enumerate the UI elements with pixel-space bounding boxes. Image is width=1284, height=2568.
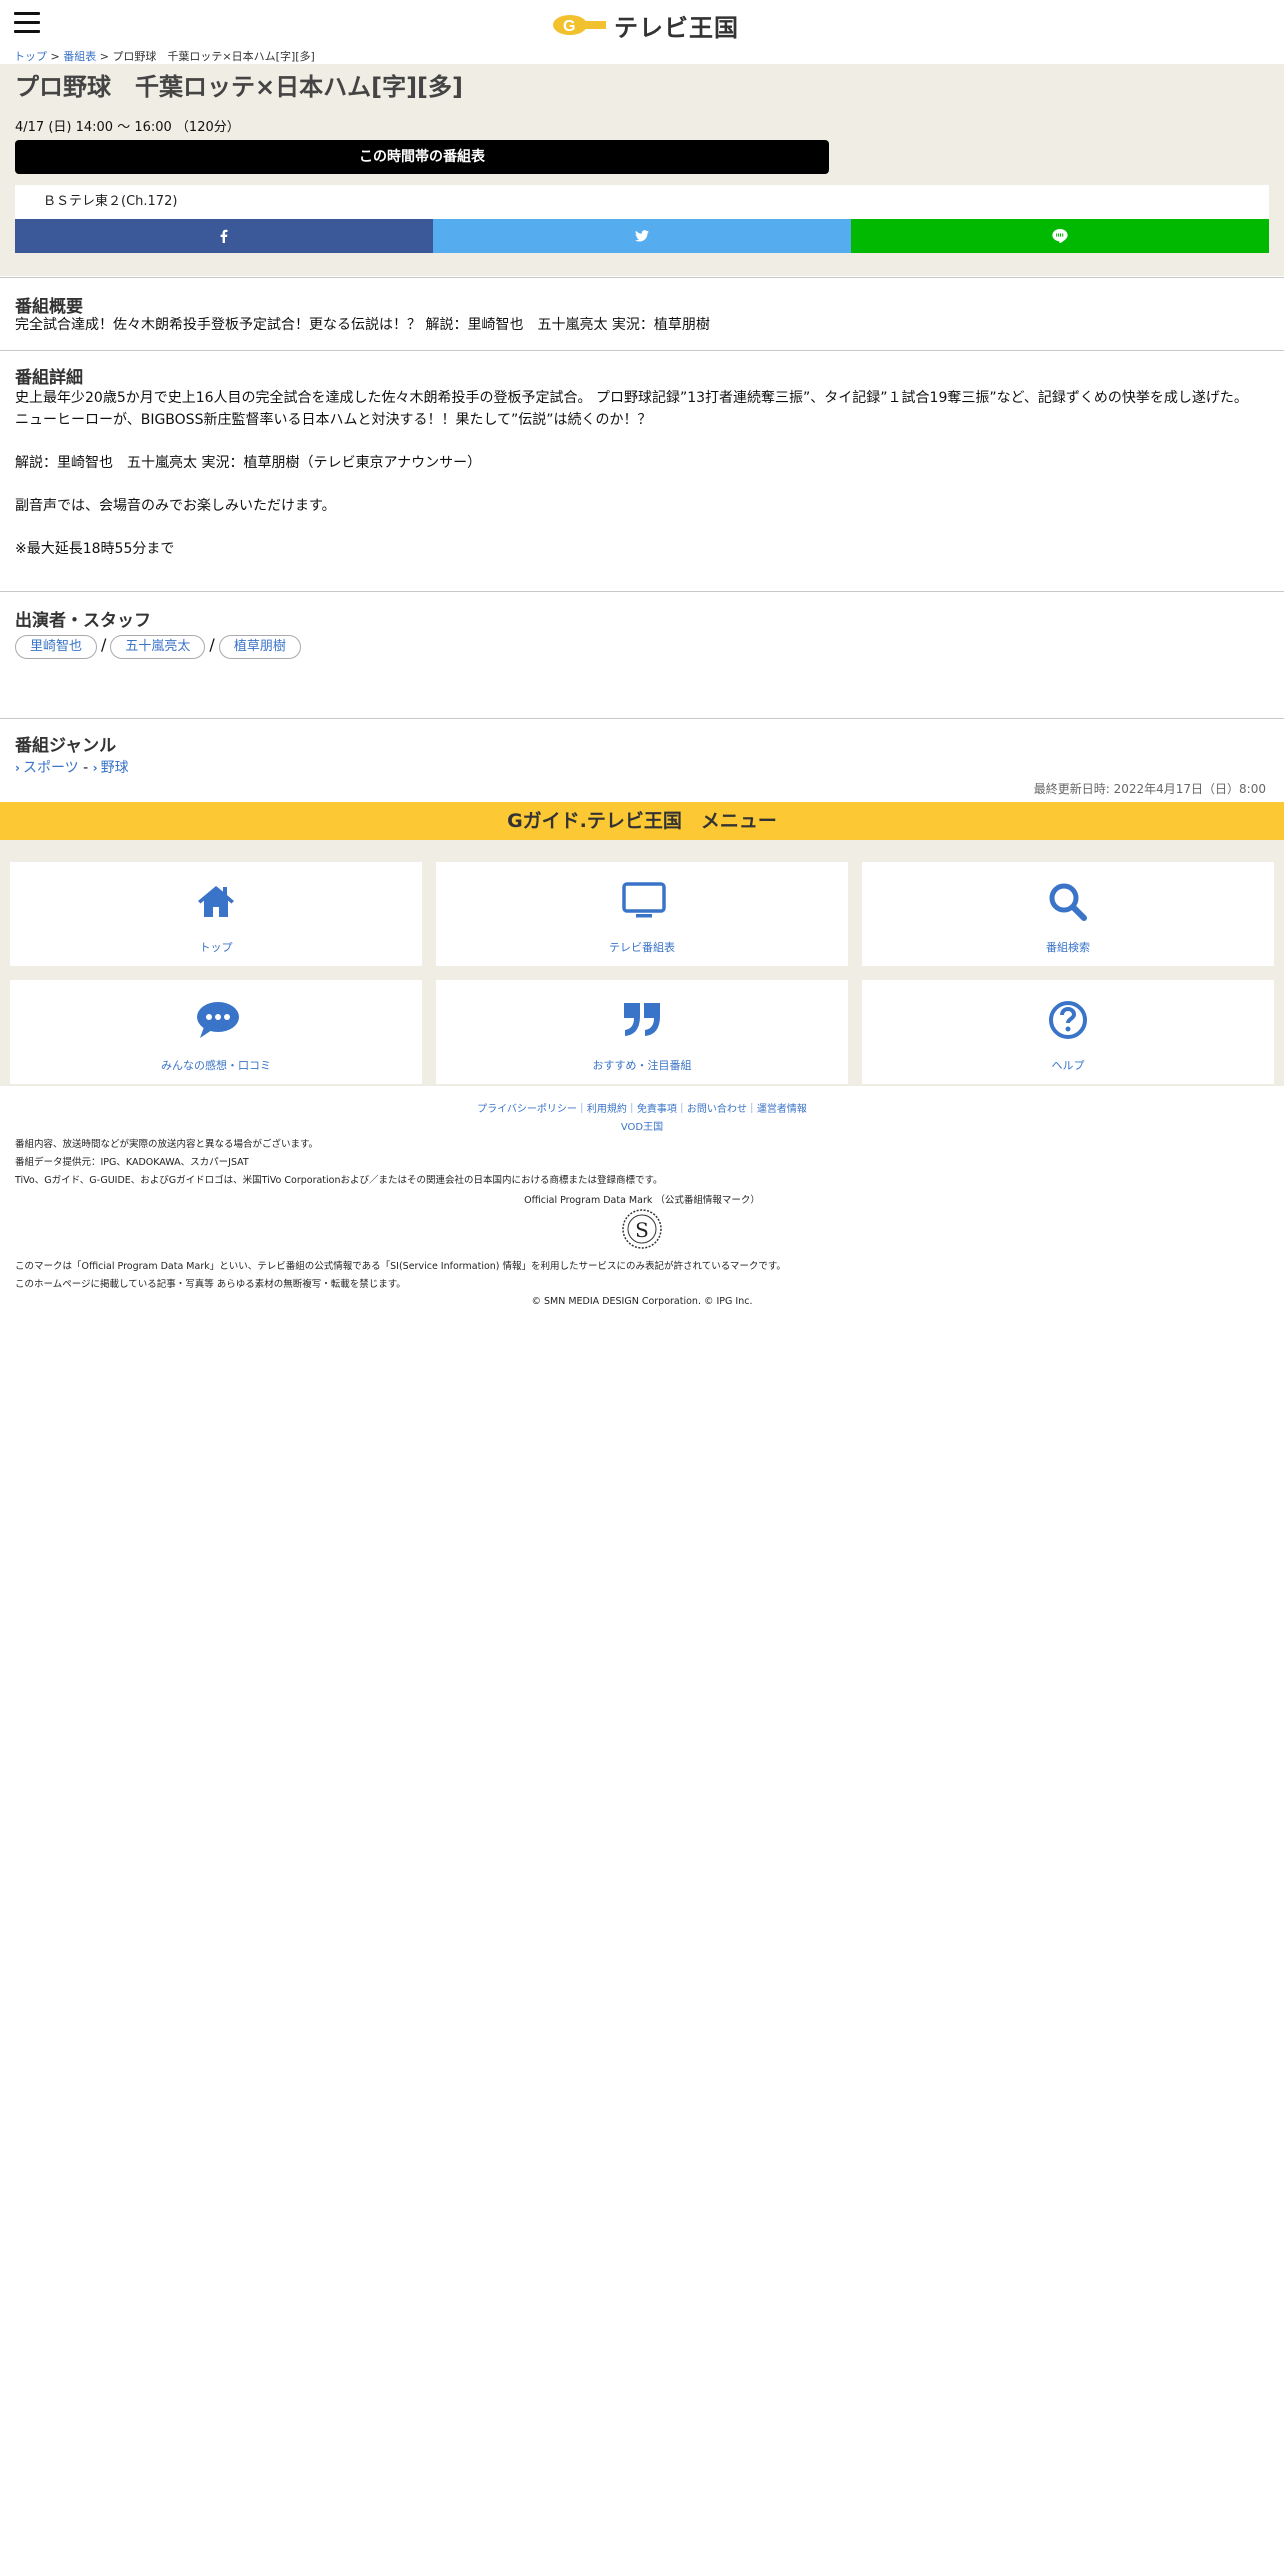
copyright: © SMN MEDIA DESIGN Corporation. © IPG In…: [531, 1296, 753, 1307]
chevron-right-icon: ›: [92, 761, 98, 775]
program-title: プロ野球 千葉ロッテ×日本ハム[字][多]: [15, 73, 463, 101]
detail-paragraph: 解説：里崎智也 五十嵐亮太 実況：植草朋樹（テレビ東京アナウンサー）: [15, 455, 482, 471]
svg-text:G: G: [563, 18, 575, 35]
footer-note: 番組データ提供元：IPG、KADOKAWA、スカパーJSAT: [15, 1157, 249, 1168]
cast-link[interactable]: 五十嵐亮太: [110, 635, 206, 659]
summary-text: 完全試合達成！佐々木朗希投手登板予定試合！更なる伝説は！？ 解説：里崎智也 五十…: [15, 317, 710, 333]
twitter-share-button[interactable]: [433, 219, 851, 253]
menu-item-label: みんなの感想・口コミ: [161, 1059, 271, 1072]
genre-list: › スポーツ - › 野球: [15, 757, 1264, 779]
quote-icon: [624, 1003, 660, 1036]
breadcrumb-sep: >: [47, 50, 64, 63]
detail-section: 番組詳細 史上最年少20歳5か月で史上16人目の完全試合を達成した佐々木朗希投手…: [0, 350, 1284, 591]
footer-link-separator: ｜: [746, 1104, 757, 1115]
opd-caption: Official Program Data Mark （公式番組情報マーク）: [524, 1195, 760, 1206]
opd-mark-icon: S: [622, 1209, 662, 1249]
comment-icon: [197, 1002, 239, 1038]
summary-section: 番組概要 完全試合達成！佐々木朗希投手登板予定試合！更なる伝説は！？ 解説：里崎…: [0, 277, 1284, 350]
menu-item-label: テレビ番組表: [609, 941, 675, 954]
footer-link-privacy[interactable]: プライバシーポリシー: [477, 1104, 577, 1115]
footer-note: TiVo、Gガイド、G-GUIDE、およびGガイドロゴは、米国TiVo Corp…: [15, 1175, 663, 1186]
menu-item-tv-guide[interactable]: テレビ番組表: [436, 862, 848, 966]
menu-item-top[interactable]: トップ: [10, 862, 422, 966]
menu-item-help[interactable]: ヘルプ: [862, 980, 1274, 1084]
detail-paragraph: 史上最年少20歳5か月で史上16人目の完全試合を達成した佐々木朗希投手の登板予定…: [15, 390, 1248, 428]
cast-separator: /: [101, 635, 107, 654]
help-icon: [1049, 1001, 1087, 1039]
footer-link-separator: ｜: [626, 1104, 637, 1115]
breadcrumb-sep: >: [96, 50, 113, 63]
channel-name: ＢＳテレ東２(Ch.172): [43, 194, 178, 209]
breadcrumb: トップ > 番組表 > プロ野球 千葉ロッテ×日本ハム[字][多]: [14, 50, 315, 64]
line-share-button[interactable]: [851, 219, 1269, 253]
genre-heading: 番組ジャンル: [15, 736, 117, 756]
program-datetime: 4/17 (日) 14:00 ～ 16:00 （120分）: [15, 120, 240, 135]
last-updated: 最終更新日時: 2022年4月17日（日）8:00: [1033, 782, 1266, 796]
search-icon: [1049, 883, 1087, 921]
detail-heading: 番組詳細: [15, 368, 83, 388]
tv-icon: [622, 882, 666, 918]
footer-link-separator: ｜: [676, 1104, 687, 1115]
cast-separator: /: [209, 635, 215, 654]
genre-link[interactable]: スポーツ: [23, 760, 79, 776]
line-icon: [1052, 229, 1068, 243]
hamburger-icon[interactable]: [14, 12, 40, 34]
footer-link-company[interactable]: 運営者情報: [757, 1104, 807, 1115]
footer-link-terms[interactable]: 利用規約: [587, 1104, 627, 1115]
menu-item-label: 番組検索: [1046, 941, 1090, 954]
footer-link-separator: ｜: [576, 1104, 587, 1115]
breadcrumb-guide[interactable]: 番組表: [63, 50, 96, 63]
gguide-logo-mark: G: [552, 13, 608, 37]
timetable-button[interactable]: この時間帯の番組表: [15, 140, 829, 174]
footer-links: プライバシーポリシー｜利用規約｜免責事項｜お問い合わせ｜運営者情報 VOD王国: [0, 1101, 1284, 1137]
facebook-icon: [220, 229, 228, 243]
menu-grid: トップ テレビ番組表 番組検索 みんなの感想・口コミ おすすめ・注目番組 ヘルプ: [0, 840, 1284, 1086]
opd-mark: S: [0, 1208, 1284, 1253]
site-logo[interactable]: G テレビ王国: [552, 10, 739, 42]
menu-item-label: ヘルプ: [1051, 1059, 1085, 1072]
breadcrumb-current: プロ野球 千葉ロッテ×日本ハム[字][多]: [112, 50, 315, 63]
cast-link[interactable]: 植草朋樹: [218, 635, 301, 659]
footer-note: このマークは「Official Program Data Mark」といい、テレ…: [15, 1261, 786, 1272]
footer-link-vod[interactable]: VOD王国: [621, 1122, 663, 1133]
cast-heading: 出演者・スタッフ: [15, 611, 151, 631]
footer-link-contact[interactable]: お問い合わせ: [687, 1104, 747, 1115]
channel-info: ＢＳテレ東２(Ch.172): [15, 185, 1269, 219]
program-header: プロ野球 千葉ロッテ×日本ハム[字][多] 4/17 (日) 14:00 ～ 1…: [0, 64, 1284, 276]
twitter-icon: [635, 230, 649, 242]
menu-item-search[interactable]: 番組検索: [862, 862, 1274, 966]
share-bar: [15, 219, 1269, 253]
chevron-right-icon: ›: [15, 761, 20, 775]
menu-item-recommended[interactable]: おすすめ・注目番組: [436, 980, 848, 1084]
logo-text: テレビ王国: [614, 13, 739, 42]
cast-list: 里崎智也 / 五十嵐亮太 / 植草朋樹: [15, 634, 1264, 659]
site-header: G テレビ王国: [0, 0, 1284, 50]
menu-item-label: おすすめ・注目番組: [592, 1059, 692, 1072]
cast-link[interactable]: 里崎智也: [15, 635, 98, 659]
menu-item-label: トップ: [199, 941, 233, 954]
facebook-share-button[interactable]: [15, 219, 433, 253]
detail-paragraph: ※最大延長18時55分まで: [15, 541, 175, 557]
breadcrumb-top[interactable]: トップ: [14, 50, 47, 63]
home-icon: [198, 886, 234, 917]
footer-note: 番組内容、放送時間などが実際の放送内容と異なる場合がございます。: [15, 1139, 319, 1150]
footer-note: このホームページに掲載している記事・写真等 あらゆる素材の無断複写・転載を禁じま…: [15, 1279, 406, 1290]
detail-paragraph: 副音声では、会場音のみでお楽しみいただけます。: [15, 498, 336, 514]
svg-text:S: S: [635, 1218, 649, 1242]
genre-section: 番組ジャンル › スポーツ - › 野球: [0, 718, 1284, 777]
menu-title: Gガイド.テレビ王国 メニュー: [0, 802, 1284, 840]
genre-separator: -: [78, 760, 93, 776]
cast-section: 出演者・スタッフ 里崎智也 / 五十嵐亮太 / 植草朋樹: [0, 591, 1284, 718]
menu-item-reviews[interactable]: みんなの感想・口コミ: [10, 980, 422, 1084]
footer-link-disclaimer[interactable]: 免責事項: [637, 1104, 677, 1115]
genre-link[interactable]: 野球: [101, 760, 129, 776]
